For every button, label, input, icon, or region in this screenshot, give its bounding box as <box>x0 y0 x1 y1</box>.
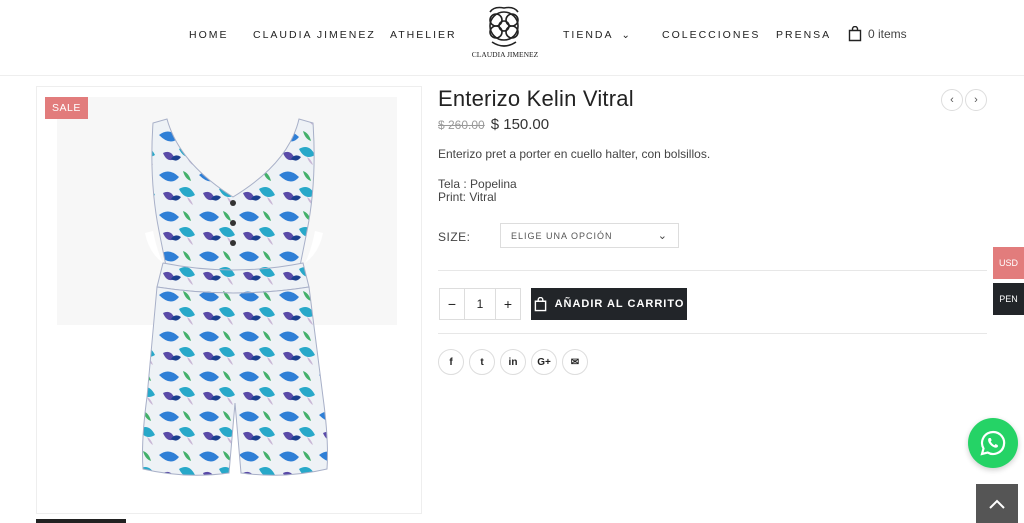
chevron-down-icon: ⌄ <box>621 30 632 41</box>
add-to-cart-label: AÑADIR AL CARRITO <box>554 298 685 310</box>
quantity-decrease-button[interactable]: − <box>440 289 464 319</box>
googleplus-icon: G+ <box>537 356 551 368</box>
nav-prensa[interactable]: PRENSA <box>776 29 831 41</box>
shopping-bag-icon <box>848 26 862 42</box>
product-title: Enterizo Kelin Vitral <box>438 86 634 111</box>
chevron-down-icon: ⌄ <box>657 230 668 242</box>
shopping-bag-icon <box>534 296 546 311</box>
sale-badge: SALE <box>45 97 88 119</box>
product-price: $ 260.00 $ 150.00 <box>438 116 549 133</box>
quantity-stepper[interactable]: − 1 + <box>439 288 521 320</box>
divider <box>438 270 987 271</box>
product-image <box>57 97 397 476</box>
thumbnail-indicator[interactable] <box>36 519 126 523</box>
logo-emblem-icon <box>489 6 519 47</box>
share-twitter-button[interactable]: t <box>469 349 495 375</box>
size-select[interactable]: ELIGE UNA OPCIÓN ⌄ <box>500 223 679 248</box>
share-googleplus-button[interactable]: G+ <box>531 349 557 375</box>
old-price: $ 260.00 <box>438 118 485 132</box>
quantity-increase-button[interactable]: + <box>496 289 520 319</box>
cart-count: 0 items <box>868 27 907 41</box>
chevron-right-icon: › <box>974 94 978 106</box>
quantity-input[interactable]: 1 <box>464 289 496 319</box>
twitter-icon: t <box>480 356 484 368</box>
size-label: SIZE: <box>438 230 471 244</box>
next-product-button[interactable]: › <box>965 89 987 111</box>
share-facebook-button[interactable]: f <box>438 349 464 375</box>
product-specs: Tela : Popelina Print: Vitral <box>438 178 517 204</box>
nav-tienda[interactable]: TIENDA ⌄ <box>563 29 632 41</box>
prev-product-button[interactable]: ‹ <box>941 89 963 111</box>
currency-usd-button[interactable]: USD <box>993 247 1024 279</box>
nav-home[interactable]: HOME <box>189 29 229 41</box>
sale-price: $ 150.00 <box>490 116 550 133</box>
nav-athelier[interactable]: ATHELIER <box>390 29 457 41</box>
cart-link[interactable]: 0 items <box>848 26 907 42</box>
currency-pen-button[interactable]: PEN <box>993 283 1024 315</box>
nav-claudia-jimenez[interactable]: CLAUDIA JIMENEZ <box>253 29 376 41</box>
share-email-button[interactable]: ✉ <box>562 349 588 375</box>
spec-print: Print: Vitral <box>438 190 497 204</box>
facebook-icon: f <box>449 356 453 368</box>
logo-text: CLAUDIA JIMENEZ <box>471 50 539 59</box>
chevron-up-icon <box>989 499 1005 509</box>
linkedin-icon: in <box>508 356 518 368</box>
product-description: Enterizo pret a porter en cuello halter,… <box>438 147 711 161</box>
size-select-value: ELIGE UNA OPCIÓN <box>511 231 613 241</box>
product-gallery[interactable]: SALE <box>36 86 422 514</box>
chevron-left-icon: ‹ <box>950 94 954 106</box>
whatsapp-button[interactable] <box>968 418 1018 468</box>
whatsapp-icon <box>980 430 1006 456</box>
email-icon: ✉ <box>570 356 580 368</box>
scroll-to-top-button[interactable] <box>976 484 1018 523</box>
add-to-cart-button[interactable]: AÑADIR AL CARRITO <box>531 288 687 320</box>
divider <box>438 333 987 334</box>
share-linkedin-button[interactable]: in <box>500 349 526 375</box>
nav-tienda-label: TIENDA <box>563 29 614 41</box>
site-header: HOME CLAUDIA JIMENEZ ATHELIER CLAUDIA JI… <box>0 0 1024 76</box>
nav-colecciones[interactable]: COLECCIONES <box>662 29 760 41</box>
brand-logo[interactable] <box>468 4 540 70</box>
